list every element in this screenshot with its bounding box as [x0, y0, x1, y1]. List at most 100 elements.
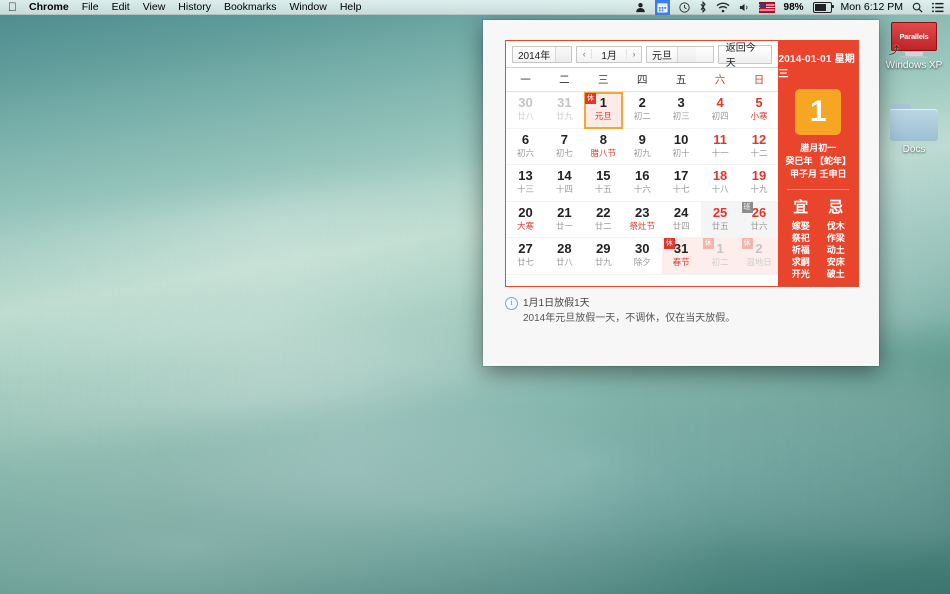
back-to-today-button[interactable]: 返回今天 — [717, 43, 773, 69]
desktop-icon-docs[interactable]: Docs — [878, 104, 950, 156]
day-cell[interactable]: 28 廿八 — [544, 238, 584, 275]
weekday-3: 四 — [636, 74, 648, 86]
clock-icon[interactable] — [678, 1, 690, 13]
year-select[interactable]: 2014年 — [512, 45, 573, 63]
apple-logo-icon[interactable]:  — [8, 1, 17, 13]
note-line-1: 1月1日放假1天 — [523, 298, 590, 309]
calendar-toolbar: 2014年 ‹ 1月 › 元旦 返回今天 — [506, 41, 779, 69]
volume-icon[interactable] — [739, 2, 750, 13]
day-cell[interactable]: 5 小寒 — [739, 92, 779, 129]
day-number: 23 — [634, 204, 650, 220]
day-lunar-label: 十三 — [516, 184, 534, 194]
lunar-ganzhi: 甲子月 壬申日 — [789, 169, 847, 179]
day-number: 17 — [673, 168, 689, 183]
day-lunar-label: 廿五 — [711, 220, 729, 231]
day-cell[interactable]: 30 廿八 — [506, 92, 545, 129]
day-cell[interactable]: 休 1 元旦 — [583, 92, 623, 129]
day-lunar-label: 十八 — [711, 184, 729, 194]
day-cell[interactable]: 29 廿九 — [583, 238, 623, 275]
day-cell[interactable]: 21 廿一 — [544, 202, 584, 238]
menu-item-file[interactable]: File — [82, 1, 99, 13]
day-cell[interactable]: 休 1 初二 — [700, 238, 740, 275]
day-cell[interactable]: 13 十三 — [506, 165, 545, 202]
yi-item: 开光 — [791, 269, 810, 279]
battery-icon[interactable] — [812, 1, 834, 13]
day-number: 30 — [634, 241, 650, 256]
day-cell[interactable]: 2 初二 — [622, 92, 662, 129]
day-cell[interactable]: 3 初三 — [661, 92, 701, 129]
yi-list: 嫁娶 祭祀 祈福 求嗣 开光 — [792, 220, 810, 280]
day-cell[interactable]: 11 十一 — [700, 129, 740, 165]
menu-item-window[interactable]: Window — [289, 1, 326, 13]
day-cell[interactable]: 27 廿七 — [506, 238, 545, 275]
day-number: 15 — [596, 168, 611, 183]
lunar-year: 癸巳年 【蛇年】 — [785, 156, 851, 166]
weekday-5: 六 — [714, 74, 726, 86]
festival-select[interactable]: 元旦 — [646, 45, 714, 63]
day-cell[interactable]: 10 初十 — [661, 129, 701, 165]
search-icon[interactable] — [912, 2, 923, 13]
day-cell[interactable]: 7 初七 — [544, 129, 584, 165]
ji-item: 伐木 — [826, 221, 845, 231]
day-number: 3 — [677, 95, 685, 110]
day-cell[interactable]: 4 初四 — [700, 92, 740, 129]
prev-month-button[interactable]: ‹ — [577, 49, 593, 59]
day-number: 29 — [596, 241, 611, 256]
wifi-icon[interactable] — [716, 2, 730, 13]
day-cell[interactable]: 19 十九 — [739, 165, 779, 202]
year-value: 2014年 — [518, 50, 551, 62]
rest-badge: 休 — [741, 238, 753, 249]
menu-item-edit[interactable]: Edit — [112, 1, 130, 13]
calendar-icon[interactable] — [654, 0, 670, 15]
detail-big-day: 1 — [795, 89, 842, 135]
day-cell[interactable]: 休 2 湿地日 — [739, 238, 779, 275]
next-month-button[interactable]: › — [626, 49, 641, 59]
day-lunar-label: 十四 — [555, 184, 573, 194]
clock-time[interactable]: Mon 6:12 PM — [841, 1, 903, 13]
us-flag-icon[interactable] — [758, 1, 775, 13]
desktop-icon-label: Windows XP — [885, 60, 943, 71]
day-cell[interactable]: 17 十七 — [661, 165, 701, 202]
day-cell[interactable]: 23 祭灶节 — [622, 202, 662, 238]
day-cell[interactable]: 31 廿九 — [544, 92, 584, 129]
notification-center-icon[interactable] — [932, 2, 944, 13]
desktop-icon-windows-xp[interactable]: Parallels ⤴ Windows XP — [878, 22, 950, 72]
day-lunar-label: 初二 — [711, 257, 729, 267]
day-number: 13 — [518, 168, 533, 183]
day-cell[interactable]: 班 26 廿六 — [739, 201, 779, 238]
day-lunar-label: 廿八 — [555, 257, 573, 267]
day-cell[interactable]: 12 十二 — [739, 129, 779, 165]
day-cell[interactable]: 9 初九 — [622, 129, 662, 165]
day-cell[interactable]: 14 十四 — [544, 165, 584, 202]
day-number: 30 — [518, 95, 533, 110]
day-cell[interactable]: 15 十五 — [583, 165, 623, 202]
day-cell[interactable]: 22 廿二 — [583, 202, 623, 238]
year-select-stub — [555, 46, 572, 62]
day-cell[interactable]: 25 廿五 — [700, 201, 740, 238]
battery-percent: 98% — [783, 1, 804, 13]
month-select[interactable]: ‹ 1月 › — [576, 45, 643, 63]
day-lunar-label: 湿地日 — [746, 257, 772, 267]
day-cell[interactable]: 30 除夕 — [622, 238, 662, 275]
day-lunar-label: 春节 — [672, 257, 690, 267]
menu-item-view[interactable]: View — [143, 1, 166, 13]
bluetooth-icon[interactable] — [699, 1, 707, 13]
day-cell[interactable]: 16 十六 — [622, 165, 662, 202]
menu-item-bookmarks[interactable]: Bookmarks — [224, 1, 277, 13]
day-cell[interactable]: 20 大寒 — [506, 202, 545, 238]
user-icon[interactable] — [635, 2, 646, 13]
day-lunar-label: 廿九 — [594, 257, 612, 267]
menu-item-help[interactable]: Help — [340, 1, 362, 13]
day-lunar-label: 元旦 — [594, 111, 612, 121]
day-lunar-label: 十六 — [633, 184, 651, 194]
day-cell[interactable]: 6 初六 — [506, 129, 545, 165]
menu-item-history[interactable]: History — [178, 1, 211, 13]
day-cell[interactable]: 8 腊八节 — [583, 129, 623, 165]
detail-divider — [787, 189, 850, 190]
day-lunar-label: 廿八 — [516, 111, 534, 121]
day-cell[interactable]: 休 31 春节 — [661, 238, 701, 275]
day-cell[interactable]: 24 廿四 — [661, 202, 701, 238]
day-number: 22 — [596, 204, 611, 220]
menu-item-chrome[interactable]: Chrome — [29, 1, 69, 13]
day-cell[interactable]: 18 十八 — [700, 165, 740, 202]
